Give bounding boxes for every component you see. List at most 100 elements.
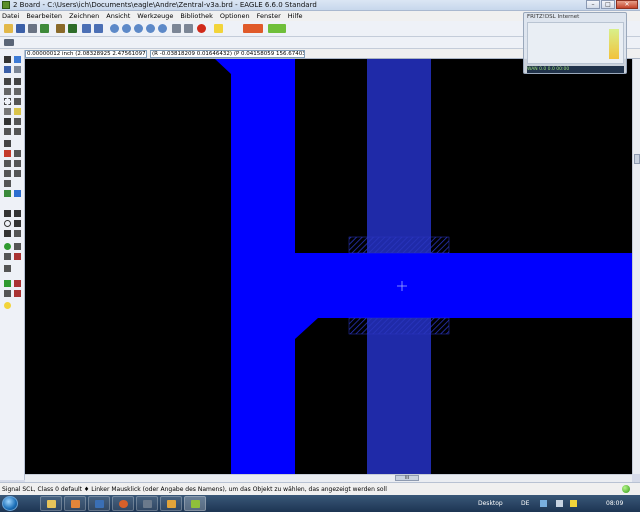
info-icon[interactable] (4, 56, 11, 63)
menu-zeichnen[interactable]: Zeichnen (69, 12, 99, 20)
circle-icon[interactable] (4, 220, 11, 227)
menu-optionen[interactable]: Optionen (220, 12, 250, 20)
tool-icon (167, 500, 176, 508)
network-icon[interactable] (540, 500, 547, 507)
taskbar-firefox[interactable] (112, 496, 134, 511)
menu-ansicht[interactable]: Ansicht (106, 12, 130, 20)
volume-icon[interactable] (556, 500, 563, 507)
taskbar-app[interactable] (88, 496, 110, 511)
status-text: Signal SCL, Class 0 default ♦ Linker Mau… (2, 486, 387, 493)
redraw-icon[interactable] (146, 24, 155, 33)
wire-icon[interactable] (4, 210, 11, 217)
zoom-out-icon[interactable] (134, 24, 143, 33)
display-icon[interactable] (4, 66, 11, 73)
arc-icon[interactable] (14, 220, 21, 227)
board-canvas[interactable] (25, 59, 632, 474)
move-icon[interactable] (4, 78, 11, 85)
menu-bibliothek[interactable]: Bibliothek (180, 12, 212, 20)
delete-icon[interactable] (4, 118, 11, 125)
menu-fenster[interactable]: Fenster (257, 12, 281, 20)
design-link-icon[interactable] (243, 24, 263, 33)
pad-outline-bottom (348, 317, 450, 335)
route-icon[interactable] (4, 170, 11, 177)
horizontal-scrollbar[interactable]: III (25, 474, 632, 482)
taskbar-explorer[interactable] (40, 496, 62, 511)
tray-flag-icon[interactable] (570, 500, 577, 507)
rect-icon[interactable] (4, 230, 11, 237)
vscroll-thumb[interactable] (634, 154, 640, 164)
minimize-button[interactable]: – (586, 0, 600, 9)
app-icon (95, 500, 104, 508)
run-icon[interactable] (68, 24, 77, 33)
group-icon[interactable] (4, 98, 11, 105)
show-icon[interactable] (14, 56, 21, 63)
optimize-icon[interactable] (4, 160, 11, 167)
undo-icon[interactable] (172, 24, 181, 33)
fritz-dsl-widget[interactable]: FRITZ!DSL Internet WAN 0.0 0.0 00:00 (523, 12, 627, 74)
sheet-icon[interactable] (82, 24, 91, 33)
script-icon[interactable] (56, 24, 65, 33)
menu-hilfe[interactable]: Hilfe (288, 12, 303, 20)
ripup-icon[interactable] (14, 170, 21, 177)
desktop-toolbar-label[interactable]: Desktop (478, 500, 503, 507)
zoom-fit-icon[interactable] (110, 24, 119, 33)
miter-icon[interactable] (14, 128, 21, 135)
board-icon[interactable] (94, 24, 103, 33)
taskbar-tool[interactable] (160, 496, 182, 511)
attribute-icon[interactable] (14, 243, 21, 250)
layer-select-icon[interactable] (4, 39, 14, 46)
cam-icon[interactable] (268, 24, 286, 33)
start-button[interactable] (2, 496, 18, 511)
name-icon[interactable] (14, 108, 21, 115)
dimension-icon[interactable] (4, 253, 11, 260)
print-icon[interactable] (28, 24, 37, 33)
mark-icon[interactable] (14, 66, 21, 73)
pad-icon[interactable] (14, 190, 21, 197)
warning-icon[interactable] (4, 302, 11, 309)
errors-icon[interactable] (4, 290, 11, 297)
open-icon[interactable] (4, 24, 13, 33)
ratsnest-icon[interactable] (14, 253, 21, 260)
menu-bearbeiten[interactable]: Bearbeiten (26, 12, 62, 20)
taskbar-eagle[interactable] (184, 496, 206, 511)
mirror-icon[interactable] (4, 88, 11, 95)
flag-icon[interactable] (14, 290, 21, 297)
command-line-coordinates[interactable]: (R -0.03818209 0.01646432) (P 0.04158059… (150, 50, 305, 58)
meander-icon[interactable] (14, 160, 21, 167)
text-icon[interactable] (14, 210, 21, 217)
vertical-scrollbar[interactable] (632, 59, 640, 474)
smash-icon[interactable] (4, 150, 11, 157)
menu-datei[interactable]: Datei (2, 12, 19, 20)
cam-processor-icon[interactable] (40, 24, 49, 33)
copy-icon[interactable] (14, 78, 21, 85)
erc-icon[interactable] (14, 280, 21, 287)
zoom-area-icon[interactable] (158, 24, 167, 33)
lock-icon[interactable] (4, 140, 11, 147)
via-icon[interactable] (4, 190, 11, 197)
media-icon (71, 500, 80, 508)
stop-icon[interactable] (197, 24, 206, 33)
hscroll-thumb[interactable]: III (395, 475, 419, 481)
help-icon[interactable] (214, 24, 223, 33)
auto-icon[interactable] (4, 265, 11, 272)
taskbar-media[interactable] (64, 496, 86, 511)
taskbar-calc[interactable] (136, 496, 158, 511)
zoom-in-icon[interactable] (122, 24, 131, 33)
split-icon[interactable] (4, 128, 11, 135)
menu-werkzeuge[interactable]: Werkzeuge (137, 12, 173, 20)
add-icon[interactable] (14, 118, 21, 125)
polygon-icon[interactable] (14, 230, 21, 237)
value-icon[interactable] (14, 150, 21, 157)
change-icon[interactable] (14, 98, 21, 105)
clock[interactable]: 08:09 (606, 500, 623, 507)
redo-icon[interactable] (184, 24, 193, 33)
paste-icon[interactable] (4, 108, 11, 115)
drc-icon[interactable] (4, 280, 11, 287)
language-indicator[interactable]: DE (521, 500, 529, 507)
signal-icon[interactable] (4, 180, 11, 187)
rotate-icon[interactable] (14, 88, 21, 95)
maximize-button[interactable]: □ (601, 0, 615, 9)
hole-icon[interactable] (4, 243, 11, 250)
save-icon[interactable] (16, 24, 25, 33)
close-button[interactable]: ✕ (616, 0, 638, 9)
